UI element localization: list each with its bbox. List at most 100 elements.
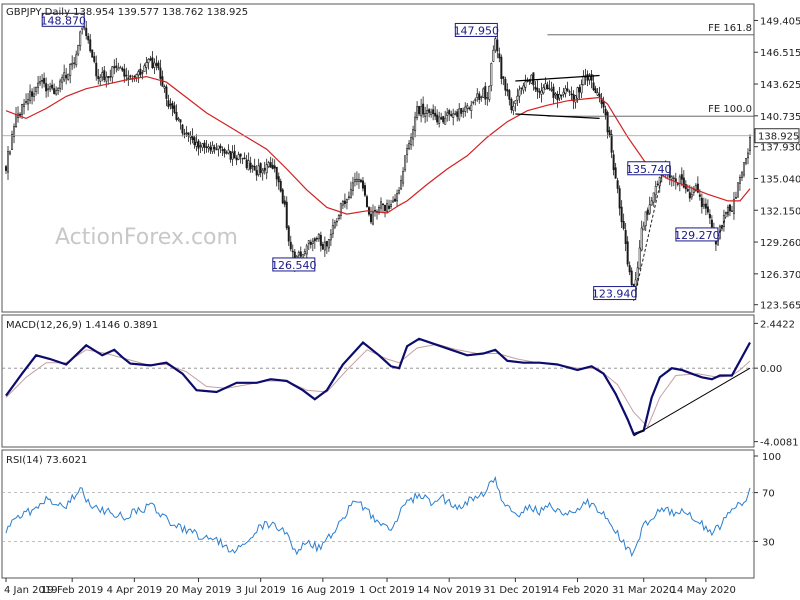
candle-body [321,244,324,250]
candle-body [303,251,306,254]
price-label: 129.270 [674,229,720,242]
candle-body [199,145,202,147]
candle-body [289,241,292,250]
price-tick-label: 140.735 [760,112,800,123]
candle-body [213,146,216,150]
candle-body [562,91,565,95]
macd-panel-header: MACD(12,26,9) 1.4146 0.3891 [6,320,158,331]
candle-body [43,78,46,84]
price-tick-label: 146.515 [760,48,800,59]
candle-body [724,212,727,215]
price-tick-label: 137.930 [760,143,800,154]
candle-body [73,62,76,64]
candle-body [259,163,262,173]
candle-body [650,200,653,206]
candle-body [428,109,431,113]
candle-body [438,116,441,124]
x-tick-label: 14 Feb 2020 [546,585,608,596]
candle-body [636,267,639,279]
candle-body [590,74,593,81]
candle-body [614,167,617,179]
candle-body [223,149,226,154]
candle-body [654,185,657,196]
candle-body [195,141,198,147]
candle-body [594,88,597,94]
candle-body [624,230,627,244]
candle-body [380,201,383,209]
candle-body [133,76,136,78]
candle-body [546,84,549,89]
candle-body [271,164,274,169]
candle-body [251,165,254,168]
candle-body [734,197,737,199]
candle-body [396,193,399,202]
candle-body [698,194,701,197]
candle-body [281,189,284,204]
candle-body [604,108,607,116]
candle-body [11,134,14,150]
candle-body [500,56,503,79]
candle-body [686,189,689,192]
candle-body [41,80,44,82]
candle-body [554,93,557,96]
candle-body [732,199,735,214]
candle-body [640,227,643,251]
candle-body [656,183,659,186]
x-tick-label: 31 Dec 2019 [483,585,547,596]
x-tick-label: 19 Feb 2019 [41,585,103,596]
candle-body [432,109,435,114]
candle-body [337,215,340,219]
candle-body [115,65,118,68]
candle-body [13,126,16,137]
candle-body [273,165,276,169]
candle-body [87,35,90,41]
price-candle [736,182,739,198]
candle-body [179,119,182,123]
candle-body [394,198,397,202]
candle-body [183,133,186,135]
candle-body [388,205,391,209]
candle-body [534,86,537,90]
macd-tick-label: 0.00 [760,364,782,375]
candle-body [123,68,126,77]
candle-body [602,101,605,108]
price-label: 135.740 [626,163,672,176]
candle-body [540,90,543,95]
candle-body [261,169,264,174]
candle-body [157,62,160,69]
candle-body [177,118,180,121]
candle-body [566,88,569,91]
candle-body [351,182,354,191]
candle-body [65,74,68,79]
candle-body [408,142,411,149]
candle-body [436,114,439,123]
candle-body [205,146,208,149]
candle-body [35,86,38,92]
candle-body [209,146,212,151]
candle-body [460,108,463,114]
x-tick-label: 1 Oct 2019 [359,585,414,596]
candle-body [552,86,555,98]
candle-body [139,68,142,76]
rsi-panel-header: RSI(14) 73.6021 [6,455,87,466]
candle-body [644,211,647,227]
rsi-tick-label: 30 [762,537,775,548]
candle-body [191,135,194,140]
x-tick-label: 20 May 2019 [166,585,231,596]
candle-body [652,192,655,203]
candle-body [688,192,691,199]
macd-tick-label: 2.4422 [760,319,795,330]
candle-body [452,113,455,118]
candle-body [159,67,162,79]
candle-body [386,203,389,212]
candle-body [622,221,625,229]
candle-body [474,99,477,101]
candle-body [608,130,611,136]
candle-body [245,159,248,168]
candle-body [95,62,98,77]
candle-body [676,183,679,185]
candle-body [85,27,88,36]
candle-body [235,157,238,161]
candle-body [512,106,515,111]
candle-body [15,114,18,128]
